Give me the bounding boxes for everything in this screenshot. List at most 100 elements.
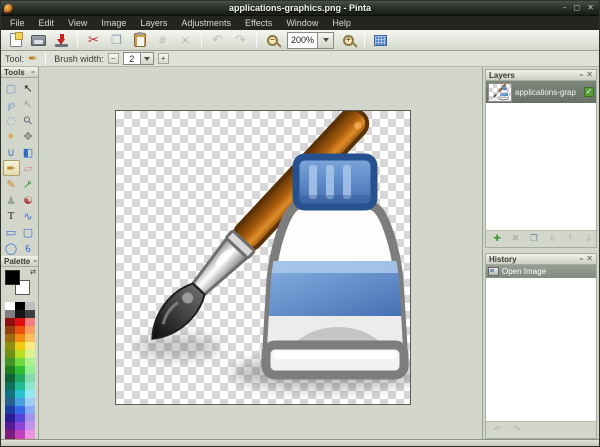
- tool-rounded-rectangle[interactable]: ▢: [20, 224, 37, 240]
- palette-swatch[interactable]: [15, 374, 25, 382]
- move-layer-up-button[interactable]: ↑: [563, 233, 577, 246]
- palette-swatch[interactable]: [25, 350, 35, 358]
- new-button[interactable]: [5, 31, 26, 49]
- brush-width-dropdown[interactable]: [141, 52, 154, 65]
- palette-swatch[interactable]: [15, 422, 25, 430]
- palette-swatch[interactable]: [5, 390, 15, 398]
- palette-swatch[interactable]: [25, 422, 35, 430]
- palette-swatch[interactable]: [5, 430, 15, 438]
- cut-button[interactable]: ✂: [83, 31, 104, 49]
- tool-paint-bucket[interactable]: ∪: [3, 144, 20, 160]
- zoom-out-button[interactable]: −: [262, 31, 283, 49]
- tool-recolor[interactable]: ☯: [20, 192, 37, 208]
- palette-swatch[interactable]: [25, 310, 35, 318]
- palette-swatch[interactable]: [5, 326, 15, 334]
- tool-clone-stamp[interactable]: ♟: [3, 192, 20, 208]
- palette-swatch[interactable]: [15, 350, 25, 358]
- menu-layers[interactable]: Layers: [133, 16, 174, 30]
- title-bar[interactable]: applications-graphics.png - Pinta – ◻ ✕: [1, 1, 599, 15]
- palette-swatch[interactable]: [5, 398, 15, 406]
- palette-swatch[interactable]: [5, 422, 15, 430]
- palette-swatch[interactable]: [25, 398, 35, 406]
- zoom-in-button[interactable]: +: [338, 31, 359, 49]
- tool-line-curve[interactable]: ∿: [20, 208, 37, 224]
- tool-magic-wand[interactable]: ✶: [3, 128, 20, 144]
- maximize-button[interactable]: ◻: [574, 4, 581, 12]
- palette-swatch[interactable]: [25, 406, 35, 414]
- history-redo-button[interactable]: ↷: [509, 424, 524, 437]
- layers-minimize-button[interactable]: –: [579, 71, 583, 79]
- tools-minimize-button[interactable]: –: [31, 68, 35, 76]
- tool-eraser[interactable]: ▱: [20, 160, 37, 176]
- palette-swatch[interactable]: [5, 358, 15, 366]
- palette-swatch[interactable]: [15, 318, 25, 326]
- layer-visibility-checkbox[interactable]: ✓: [584, 87, 594, 97]
- tool-gradient[interactable]: ◧: [20, 144, 37, 160]
- palette-swatch[interactable]: [5, 414, 15, 422]
- menu-effects[interactable]: Effects: [238, 16, 279, 30]
- palette-swatch[interactable]: [25, 334, 35, 342]
- palette-swatch[interactable]: [5, 366, 15, 374]
- palette-swatch[interactable]: [15, 334, 25, 342]
- redo-button[interactable]: ↷: [230, 31, 251, 49]
- history-minimize-button[interactable]: –: [579, 255, 583, 263]
- palette-swatch[interactable]: [5, 350, 15, 358]
- palette-swatch[interactable]: [15, 390, 25, 398]
- palette-swatch[interactable]: [25, 358, 35, 366]
- tool-paintbrush[interactable]: ✒: [3, 160, 20, 176]
- zoom-level-dropdown[interactable]: [318, 32, 334, 49]
- menu-edit[interactable]: Edit: [32, 16, 62, 30]
- history-item[interactable]: Open Image: [486, 265, 596, 278]
- tool-ellipse[interactable]: ◯: [3, 240, 20, 256]
- menu-file[interactable]: File: [3, 16, 32, 30]
- palette-swatch[interactable]: [5, 342, 15, 350]
- tool-ellipse-select[interactable]: ◌: [3, 112, 20, 128]
- duplicate-layer-button[interactable]: ❐: [527, 233, 541, 246]
- brush-width-decrease-button[interactable]: −: [108, 53, 119, 64]
- palette-minimize-button[interactable]: –: [33, 257, 37, 265]
- brush-width-increase-button[interactable]: +: [158, 53, 169, 64]
- palette-swatch[interactable]: [25, 326, 35, 334]
- tool-lasso-select[interactable]: ℘: [3, 96, 20, 112]
- palette-swatch[interactable]: [15, 326, 25, 334]
- open-button[interactable]: [28, 31, 49, 49]
- palette-swatch[interactable]: [15, 302, 25, 310]
- layer-row[interactable]: applications-grap ✓: [486, 81, 596, 103]
- add-layer-button[interactable]: ✚: [490, 233, 504, 246]
- tool-text[interactable]: T: [3, 208, 20, 224]
- palette-swatch[interactable]: [15, 398, 25, 406]
- close-button[interactable]: ✕: [587, 4, 594, 12]
- tool-rectangle[interactable]: ▭: [3, 224, 20, 240]
- palette-swatch[interactable]: [5, 334, 15, 342]
- grid-button[interactable]: [370, 31, 391, 49]
- palette-swatch[interactable]: [25, 302, 35, 310]
- history-close-button[interactable]: ✕: [586, 255, 593, 263]
- palette-swatch[interactable]: [25, 374, 35, 382]
- primary-color-swatch[interactable]: [5, 270, 20, 285]
- palette-swatch[interactable]: [25, 430, 35, 438]
- minimize-button[interactable]: –: [563, 4, 567, 12]
- tool-move-selection[interactable]: ↖: [20, 96, 37, 112]
- palette-swatch[interactable]: [15, 310, 25, 318]
- history-undo-button[interactable]: ↶: [490, 424, 505, 437]
- tool-zoom-tool[interactable]: ⚲: [20, 112, 37, 128]
- palette-swatch[interactable]: [5, 374, 15, 382]
- menu-adjustments[interactable]: Adjustments: [174, 16, 238, 30]
- palette-swatch[interactable]: [5, 382, 15, 390]
- palette-swatch[interactable]: [15, 430, 25, 438]
- merge-layer-down-button[interactable]: ⇓: [545, 233, 559, 246]
- palette-swatch[interactable]: [15, 366, 25, 374]
- undo-button[interactable]: ↶: [207, 31, 228, 49]
- palette-swatch[interactable]: [15, 342, 25, 350]
- palette-swatch[interactable]: [5, 302, 15, 310]
- palette-swatch[interactable]: [15, 382, 25, 390]
- tool-rectangle-select[interactable]: ▢: [3, 80, 20, 96]
- copy-button[interactable]: ❐: [106, 31, 127, 49]
- swap-colors-icon[interactable]: ⇄: [30, 268, 36, 276]
- zoom-level-input[interactable]: 200%: [287, 32, 318, 49]
- palette-swatch[interactable]: [5, 318, 15, 326]
- palette-swatch[interactable]: [25, 342, 35, 350]
- palette-swatch[interactable]: [15, 406, 25, 414]
- tool-move-selected[interactable]: ↖: [20, 80, 37, 96]
- deselect-button[interactable]: ✕: [175, 31, 196, 49]
